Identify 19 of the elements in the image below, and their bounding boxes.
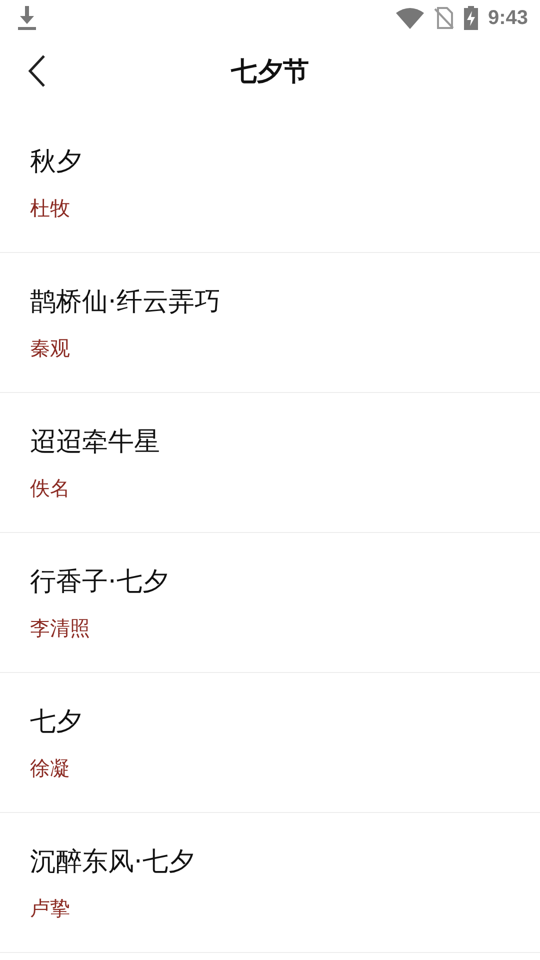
poem-title[interactable]: 七夕	[30, 704, 82, 740]
poem-title[interactable]: 行香子·七夕	[30, 564, 168, 600]
poem-title[interactable]: 迢迢牵牛星	[30, 424, 160, 460]
wifi-icon	[396, 7, 424, 29]
poem-author: 卢挚	[30, 895, 70, 922]
page-title: 七夕节	[231, 56, 309, 88]
poem-title[interactable]: 沉醉东风·七夕	[30, 844, 194, 880]
poem-author: 杜牧	[30, 195, 70, 222]
back-icon[interactable]	[27, 54, 47, 88]
no-sim-icon	[434, 7, 454, 29]
poem-title[interactable]: 秋夕	[30, 144, 82, 180]
status-time: 9:43	[488, 6, 528, 30]
poem-author: 李清照	[30, 615, 90, 642]
poem-title[interactable]: 鹊桥仙·纤云弄巧	[30, 284, 220, 320]
poem-author: 徐凝	[30, 755, 70, 782]
poem-author: 佚名	[30, 475, 70, 502]
poem-author: 秦观	[30, 335, 70, 362]
battery-charging-icon	[464, 6, 478, 30]
download-icon	[17, 6, 37, 30]
